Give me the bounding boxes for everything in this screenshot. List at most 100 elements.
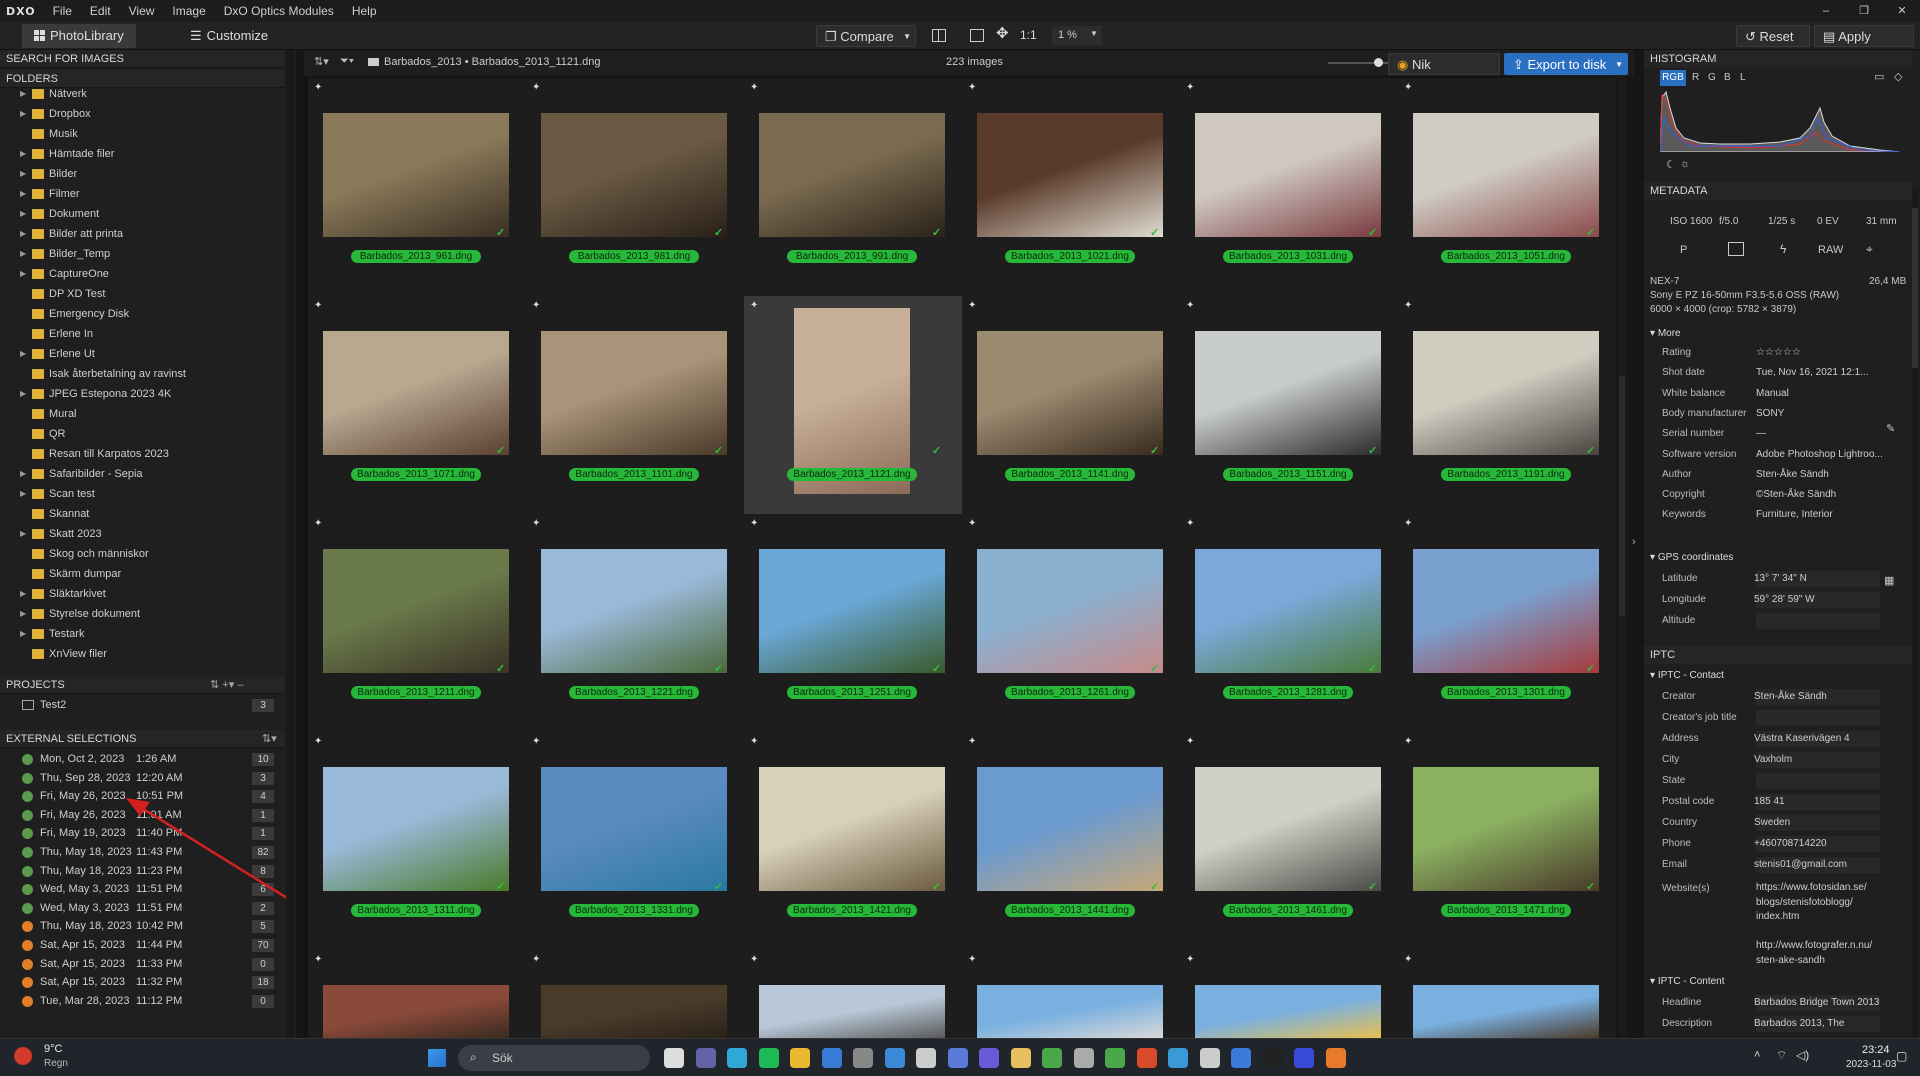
pin-icon[interactable]: ✦ <box>968 736 976 747</box>
pin-icon[interactable]: ✦ <box>750 82 758 93</box>
thumbnail-cell[interactable]: ✦ ✓ Barbados_2013_1071.dng <box>308 296 526 514</box>
thumbnail-image[interactable] <box>323 331 509 455</box>
channel-g[interactable]: G <box>1708 72 1716 83</box>
external-selection-item[interactable]: Thu, May 18, 2023 10:42 PM 5 <box>0 917 280 935</box>
expand-arrow-icon[interactable]: ▶ <box>20 344 26 364</box>
pin-icon[interactable]: ✦ <box>1186 82 1194 93</box>
pin-icon[interactable]: ✦ <box>750 954 758 965</box>
taskbar-search[interactable]: ⌕ Sök <box>458 1045 650 1071</box>
pin-icon[interactable]: ✦ <box>532 518 540 529</box>
grid-scrollbar[interactable] <box>1618 76 1626 1038</box>
app-icon[interactable] <box>1231 1048 1251 1068</box>
thumbnail-cell[interactable]: ✦ ✓ Barbados_2013_1031.dng <box>1180 78 1398 296</box>
pin-icon[interactable]: ✦ <box>968 82 976 93</box>
thumbnail-image[interactable] <box>977 767 1163 891</box>
thumbnail-cell[interactable]: ✦ ✓ Barbados_2013_1281.dng <box>1180 514 1398 732</box>
iptc-header[interactable]: IPTC <box>1644 646 1912 664</box>
folder-item[interactable]: Resan till Karpatos 2023 <box>0 444 284 464</box>
channel-rgb[interactable]: RGB <box>1660 70 1686 86</box>
metadata-field[interactable] <box>1756 710 1880 726</box>
location-pin-icon[interactable]: ⌖ <box>1866 242 1873 257</box>
thumbnail-cell[interactable]: ✦ ✓ Barbados_2013_981.dng <box>526 78 744 296</box>
expand-arrow-icon[interactable]: ▶ <box>20 384 26 404</box>
sun-icon[interactable]: ☼ <box>1680 158 1690 170</box>
menu-file[interactable]: File <box>44 4 81 18</box>
thumbnail-cell[interactable]: ✦ ✓ Barbados_2013_1261.dng <box>962 514 1180 732</box>
folder-item[interactable]: DP XD Test <box>0 284 284 304</box>
metadata-value[interactable]: 185 41 <box>1754 793 1785 811</box>
clock-date[interactable]: 2023-11-03 <box>1846 1059 1896 1070</box>
external-selection-item[interactable]: Sat, Apr 15, 2023 11:32 PM 18 <box>0 973 280 991</box>
app-icon[interactable] <box>1325 1048 1346 1068</box>
expand-arrow-icon[interactable]: ▶ <box>20 164 26 184</box>
thumbnail-image[interactable] <box>977 331 1163 455</box>
pin-icon[interactable]: ✦ <box>1186 736 1194 747</box>
thumbnail-cell[interactable]: ✦ ✓ Barbados_2013_1121.dng <box>744 296 962 514</box>
map-icon[interactable]: ▦ <box>1884 574 1894 587</box>
close-button[interactable]: ✕ <box>1884 0 1920 22</box>
thumbnail-image[interactable] <box>1413 549 1599 673</box>
metadata-value[interactable]: Vaxholm <box>1754 751 1792 769</box>
expand-arrow-icon[interactable]: ▶ <box>20 104 26 124</box>
teams-icon[interactable] <box>695 1048 716 1068</box>
weather-desc[interactable]: Regn <box>44 1058 68 1069</box>
folder-item[interactable]: ▶ Bilder <box>0 164 284 184</box>
split-view-icon[interactable] <box>932 29 946 42</box>
thumbnail-cell[interactable]: ✦ ✓ Barbados_2013_1471.dng <box>1398 732 1616 950</box>
folder-item[interactable]: ▶ Scan test <box>0 484 284 504</box>
thumbnail-cell[interactable]: ✦ <box>526 950 744 1038</box>
expand-arrow-icon[interactable]: ▶ <box>20 224 26 244</box>
folder-item[interactable]: ▶ Erlene Ut <box>0 344 284 364</box>
app-icon[interactable] <box>979 1048 999 1068</box>
compare-button[interactable]: ❐ Compare ▼ <box>816 25 916 47</box>
thumbnail-image[interactable] <box>1195 767 1381 891</box>
menu-dxo-optics-modules[interactable]: DxO Optics Modules <box>215 4 343 18</box>
metadata-field[interactable] <box>1756 773 1880 789</box>
expand-arrow-icon[interactable]: ▶ <box>20 144 26 164</box>
folder-item[interactable]: ▶ Hämtade filer <box>0 144 284 164</box>
projects-sort-icon[interactable]: ⇅ +▾ – <box>210 676 243 694</box>
apply-preset-button[interactable]: ▤ Apply preset <box>1814 25 1914 66</box>
channel-l[interactable]: L <box>1740 72 1746 83</box>
folder-item[interactable]: ▶ Filmer <box>0 184 284 204</box>
folder-item[interactable]: ▶ JPEG Estepona 2023 4K <box>0 384 284 404</box>
thumbnail-image[interactable] <box>323 549 509 673</box>
tab-photolibrary[interactable]: PhotoLibrary <box>22 24 136 48</box>
pin-icon[interactable]: ✦ <box>750 300 758 311</box>
volume-icon[interactable]: ◁) <box>1796 1048 1809 1062</box>
folder-item[interactable]: Mural <box>0 404 284 424</box>
thumbnail-image[interactable] <box>759 113 945 237</box>
thumbnail-image[interactable] <box>1413 113 1599 237</box>
app-icon[interactable] <box>853 1048 873 1068</box>
thumbnail-cell[interactable]: ✦ ✓ Barbados_2013_1101.dng <box>526 296 744 514</box>
windows-start-icon[interactable] <box>428 1049 446 1067</box>
thumbnail-image[interactable] <box>794 308 910 494</box>
wifi-icon[interactable]: ⌔ <box>1776 1048 1787 1063</box>
pin-icon[interactable]: ✦ <box>750 736 758 747</box>
external-selection-item[interactable]: Tue, Mar 28, 2023 11:12 PM 0 <box>0 992 280 1010</box>
folder-icon[interactable] <box>790 1048 810 1068</box>
thumbnail-cell[interactable]: ✦ ✓ Barbados_2013_1301.dng <box>1398 514 1616 732</box>
folder-item[interactable]: Skannat <box>0 504 284 524</box>
metadata-value[interactable]: Sten-Åke Sändh <box>1754 688 1827 706</box>
app-icon[interactable] <box>947 1048 968 1068</box>
thumbnail-image[interactable] <box>541 113 727 237</box>
thumbnail-image[interactable] <box>1195 113 1381 237</box>
menu-edit[interactable]: Edit <box>81 4 120 18</box>
pin-icon[interactable]: ✦ <box>968 954 976 965</box>
clock-time[interactable]: 23:24 <box>1862 1044 1890 1056</box>
notification-icon[interactable]: ▢ <box>1896 1049 1907 1063</box>
metadata-value[interactable]: 13° 7' 34" N <box>1754 570 1807 588</box>
pin-icon[interactable]: ✦ <box>1404 736 1412 747</box>
expand-arrow-icon[interactable]: ▶ <box>20 244 26 264</box>
iptc-contact-header[interactable]: ▾ IPTC - Contact <box>1650 670 1724 681</box>
file-explorer-icon[interactable] <box>664 1048 684 1068</box>
thumbnail-image[interactable] <box>759 767 945 891</box>
reset-button[interactable]: ↺ Reset <box>1736 25 1810 47</box>
pin-icon[interactable]: ✦ <box>1186 300 1194 311</box>
external-selection-item[interactable]: Sat, Apr 15, 2023 11:44 PM 70 <box>0 936 280 954</box>
moon-icon[interactable]: ☾ <box>1666 158 1676 171</box>
pin-icon[interactable]: ✦ <box>314 82 322 93</box>
app-icon[interactable] <box>1168 1048 1188 1068</box>
gps-section-header[interactable]: ▾ GPS coordinates <box>1650 552 1733 563</box>
